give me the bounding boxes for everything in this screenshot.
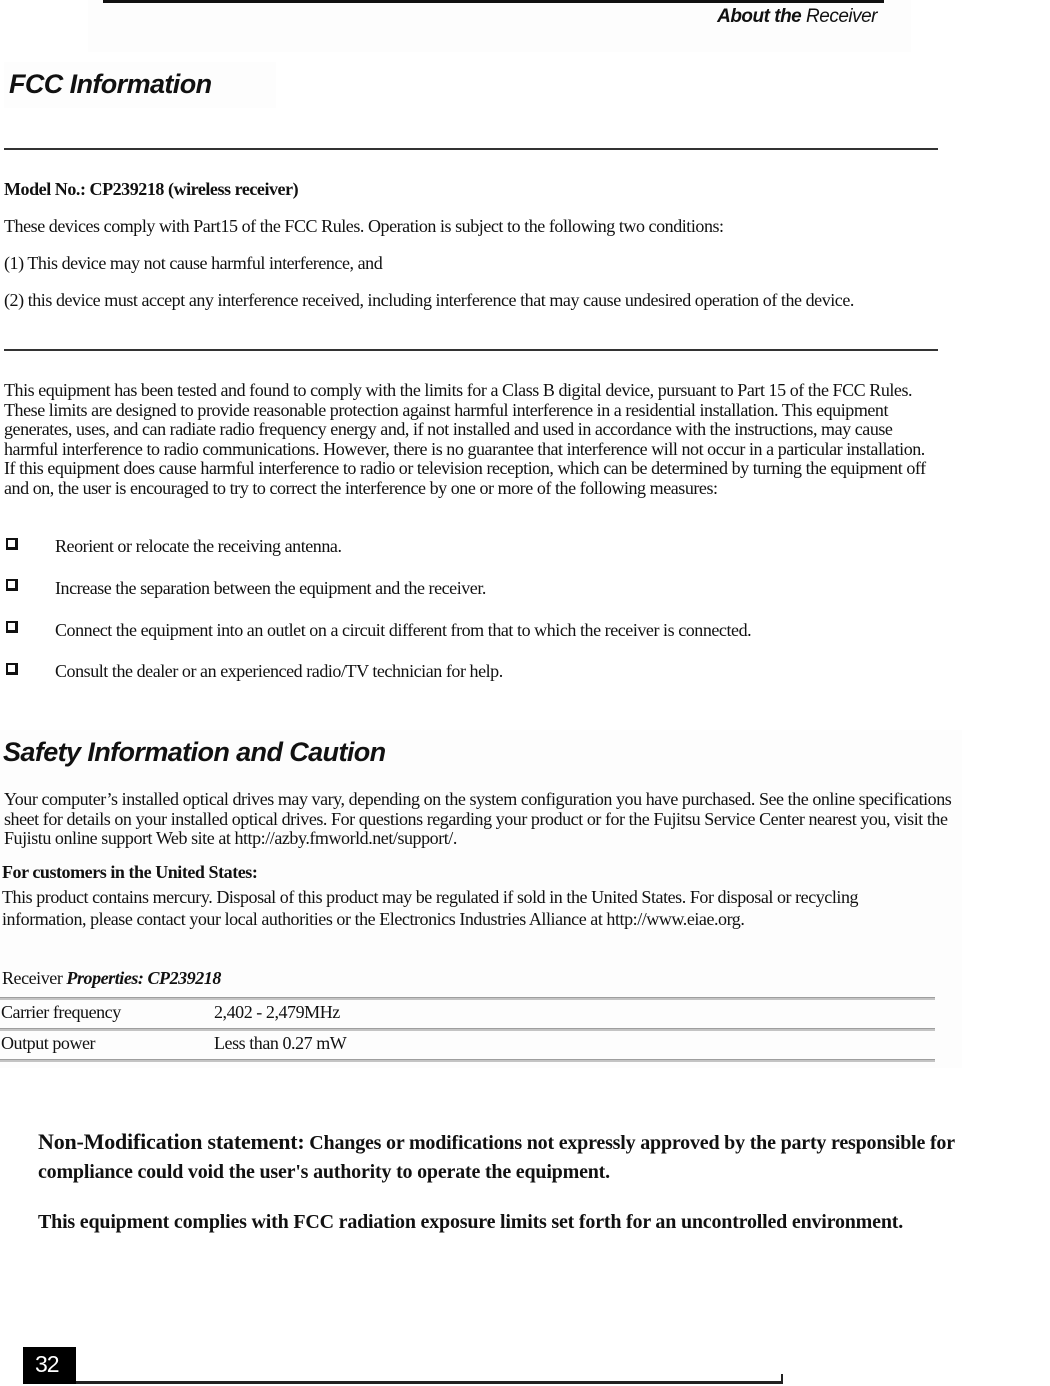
checkbox-bullet-icon	[6, 621, 18, 633]
condition-2: (2) this device must accept any interfer…	[4, 290, 854, 310]
footer-rule	[76, 1381, 783, 1384]
page-number: 32	[23, 1347, 76, 1384]
running-header-title: About the Receiver	[600, 6, 877, 28]
class-b-paragraph: This equipment has been tested and found…	[4, 380, 926, 498]
property-name: Output power	[1, 1033, 96, 1053]
optical-drives-paragraph: Your computer’s installed optical drives…	[4, 789, 952, 849]
non-modification-lead: Non-Modification statement:	[38, 1129, 305, 1154]
fcc-section-title: FCC Information	[9, 69, 212, 99]
non-modification-statement: Non-Modification statement: Changes or m…	[38, 1127, 1048, 1187]
measure-item: Reorient or relocate the receiving anten…	[55, 536, 342, 556]
exposure-statement: This equipment complies with FCC radiati…	[38, 1211, 904, 1233]
checkbox-bullet-icon	[6, 663, 18, 675]
property-value: Less than 0.27 mW	[214, 1033, 347, 1053]
table-rule	[0, 997, 935, 1000]
measure-item: Connect the equipment into an outlet on …	[55, 620, 752, 640]
checkbox-bullet-icon	[6, 538, 18, 550]
receiver-properties-heading: Receiver Properties: CP239218	[2, 968, 221, 988]
properties-model: Properties: CP239218	[66, 968, 221, 988]
table-rule	[0, 1059, 935, 1062]
checkbox-bullet-icon	[6, 579, 18, 591]
section-divider	[4, 148, 938, 150]
properties-label: Receiver	[2, 968, 67, 988]
condition-1: (1) This device may not cause harmful in…	[4, 253, 383, 273]
section-divider	[4, 349, 938, 351]
measure-item: Consult the dealer or an experienced rad…	[55, 661, 503, 681]
compliance-statement: These devices comply with Part15 of the …	[4, 216, 724, 236]
property-value: 2,402 - 2,479MHz	[214, 1002, 340, 1022]
running-header-title-bold: About the	[717, 6, 802, 27]
model-number: Model No.: CP239218 (wireless receiver)	[4, 179, 299, 199]
measure-item: Increase the separation between the equi…	[55, 578, 486, 598]
property-name: Carrier frequency	[1, 1002, 121, 1022]
mercury-paragraph: This product contains mercury. Disposal …	[2, 887, 859, 929]
table-rule	[0, 1028, 935, 1031]
running-header-title-rest: Receiver	[801, 6, 877, 27]
safety-section-title: Safety Information and Caution	[3, 737, 386, 767]
us-customers-heading: For customers in the United States:	[2, 862, 258, 882]
footer-rule-end	[781, 1374, 783, 1384]
header-rule	[103, 0, 884, 3]
